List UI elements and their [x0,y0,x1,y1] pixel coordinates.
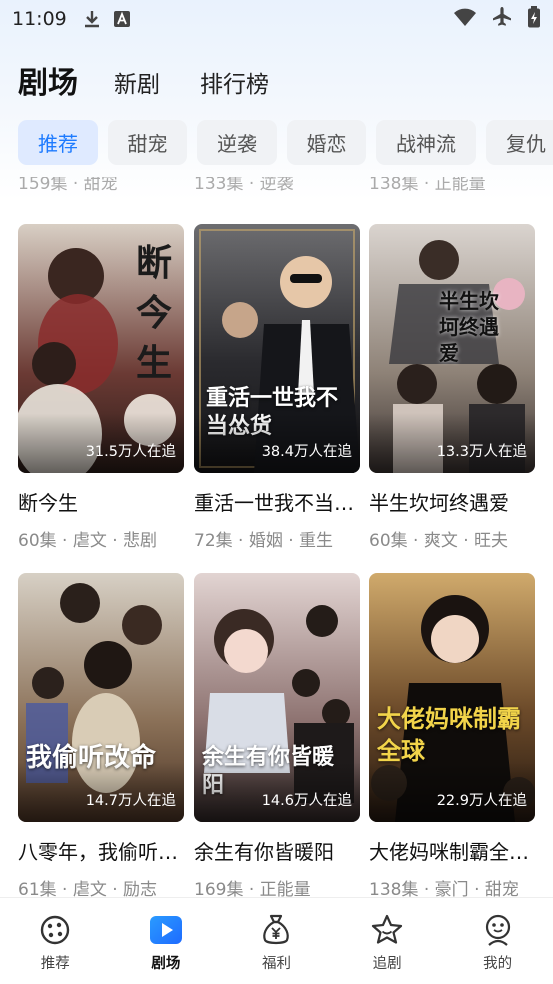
bottom-tab-bar: 推荐 剧场 福利 追剧 我的 [0,897,553,984]
status-bar: 11:09 [0,0,553,38]
poster-image[interactable]: 余生有你皆暖阳 14.6万人在追 [194,573,360,822]
drama-card[interactable]: 大佬妈咪制霸全球 22.9万人在追 大佬妈咪制霸全… 138集 · 豪门 · 甜… [369,573,535,900]
dice-icon [37,912,73,948]
chip-romance[interactable]: 婚恋 [287,120,366,165]
bottom-tab-label: 剧场 [151,956,181,972]
chip-sweet[interactable]: 甜宠 [108,120,187,165]
drama-card[interactable]: 半生坎坷终遇爱 13.3万人在追 半生坎坷终遇爱 60集 · 爽文 · 旺夫 [369,224,535,551]
status-time: 11:09 [12,8,67,30]
poster-title-art: 半生坎坷终遇爱 [439,289,499,365]
previous-row-meta: 159集 · 甜宠 133集 · 逆袭 138集 · 正能量 [0,177,553,197]
battery-icon [527,5,541,33]
drama-title[interactable]: 半生坎坷终遇爱 [369,487,535,516]
star-icon [369,912,405,948]
chip-comeback[interactable]: 逆袭 [197,120,277,165]
poster-image[interactable]: 断今生 31.5万人在追 [18,224,184,473]
poster-title-art: 大佬妈咪制霸全球 [377,704,521,765]
watchers-count: 14.7万人在追 [85,793,176,809]
drama-title[interactable]: 大佬妈咪制霸全… [369,836,535,865]
tab-theater-label: 剧场 [18,66,78,101]
download-icon [83,9,101,29]
poster-image[interactable]: 半生坎坷终遇爱 13.3万人在追 [369,224,535,473]
profile-icon [480,912,516,948]
drama-meta: 60集 · 虐文 · 悲剧 [18,531,158,551]
bottom-tab-mine[interactable]: 我的 [442,898,553,984]
airplane-icon [491,6,513,33]
drama-title[interactable]: 断今生 [18,487,184,516]
wifi-icon [453,7,477,32]
chip-revenge[interactable]: 复仇 [486,120,553,165]
chip-war-god[interactable]: 战神流 [376,120,476,165]
watchers-count: 22.9万人在追 [436,793,527,809]
prev-meta-2: 133集 · 逆袭 [194,177,294,194]
watchers-count: 13.3万人在追 [436,444,527,460]
drama-title[interactable]: 余生有你皆暖阳 [194,836,360,865]
bottom-tab-label: 我的 [483,956,513,972]
top-nav: 剧场 新剧 排行榜 [18,56,309,102]
bottom-tab-label: 推荐 [40,956,70,972]
drama-meta: 72集 · 婚姻 · 重生 [194,531,334,551]
drama-card[interactable]: 余生有你皆暖阳 14.6万人在追 余生有你皆暖阳 169集 · 正能量 [194,573,360,900]
bottom-tab-theater[interactable]: 剧场 [111,898,222,984]
drama-title[interactable]: 八零年，我偷听… [18,836,184,865]
font-icon [113,10,131,28]
bottom-tab-label: 福利 [261,956,291,972]
money-bag-icon [258,912,294,948]
drama-card[interactable]: 我偷听改命 14.7万人在追 八零年，我偷听… 61集 · 虐文 · 励志 [18,573,184,900]
prev-meta-3: 138集 · 正能量 [369,177,486,194]
poster-title-art: 断今生 [135,242,172,384]
tab-theater[interactable]: 剧场 [18,58,100,102]
bottom-tab-welfare[interactable]: 福利 [221,898,332,984]
drama-title[interactable]: 重活一世我不当… [194,487,360,516]
play-icon [148,912,184,948]
drama-card[interactable]: 断今生 31.5万人在追 断今生 60集 · 虐文 · 悲剧 [18,224,184,551]
bottom-tab-following[interactable]: 追剧 [332,898,443,984]
category-chips: 推荐 甜宠 逆袭 婚恋 战神流 复仇 [18,120,553,165]
poster-image[interactable]: 我偷听改命 14.7万人在追 [18,573,184,822]
poster-image[interactable]: 重活一世我不当怂货 38.4万人在追 [194,224,360,473]
watchers-count: 31.5万人在追 [85,444,176,460]
chip-recommend[interactable]: 推荐 [18,120,98,165]
prev-meta-1: 159集 · 甜宠 [18,177,118,194]
poster-image[interactable]: 大佬妈咪制霸全球 22.9万人在追 [369,573,535,822]
drama-card[interactable]: 重活一世我不当怂货 38.4万人在追 重活一世我不当… 72集 · 婚姻 · 重… [194,224,360,551]
watchers-count: 38.4万人在追 [261,444,352,460]
tab-new-drama[interactable]: 新剧 [114,65,160,102]
tab-ranking[interactable]: 排行榜 [200,65,269,102]
bottom-tab-recommend[interactable]: 推荐 [0,898,111,984]
drama-meta: 60集 · 爽文 · 旺夫 [369,531,509,551]
watchers-count: 14.6万人在追 [261,793,352,809]
bottom-tab-label: 追剧 [372,956,402,972]
